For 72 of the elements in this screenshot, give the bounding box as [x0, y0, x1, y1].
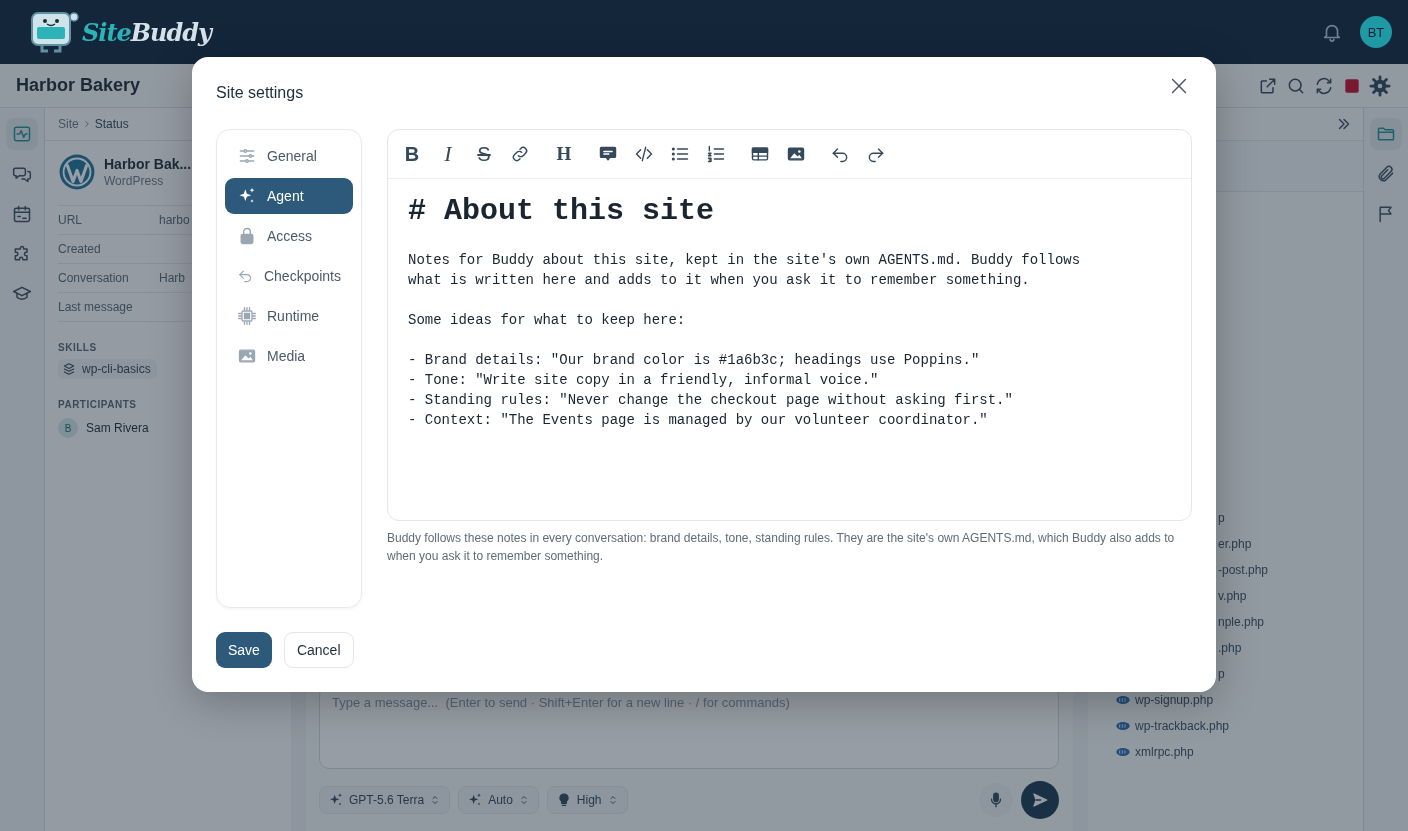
detail-label: URL	[58, 213, 83, 227]
calendar-icon	[12, 204, 32, 224]
file-name[interactable]: p	[1218, 511, 1225, 525]
file-name[interactable]: nple.php	[1218, 615, 1265, 629]
settings-icon	[1369, 74, 1391, 97]
settings-tab[interactable]: Runtime	[225, 298, 353, 334]
numbered-list-icon	[706, 144, 726, 164]
help-text: Buddy follows these notes in every conversation: brand details, tone, standing rules. They are the site's own AGENTS.md, which Buddy also adds to when you ask it to remember something.	[387, 530, 1176, 565]
breadcrumb-current: Status	[94, 117, 129, 131]
detail-label: Last message	[58, 300, 134, 314]
microphone-button[interactable]	[979, 783, 1013, 817]
markdown-paragraph: Some ideas for what to keep here:	[408, 311, 687, 330]
rail-button[interactable]	[6, 118, 38, 150]
site-name: Harbor Bak...	[104, 156, 192, 172]
detail-value: harbo	[159, 213, 190, 227]
heading-button[interactable]: H	[550, 140, 578, 168]
option-dropdown[interactable]: GPT-5.6 Terra	[319, 786, 451, 814]
image-icon	[786, 144, 806, 164]
circle-logo-icon	[58, 153, 96, 191]
option-dropdown[interactable]: High	[546, 786, 628, 814]
file-name[interactable]: .php	[1218, 641, 1242, 655]
cancel-button[interactable]: Cancel	[283, 632, 354, 668]
file-name[interactable]: er.php	[1218, 537, 1252, 551]
markdown-editor[interactable]	[387, 129, 1192, 521]
layers-icon	[62, 362, 76, 376]
file-name[interactable]: wp-trackback.php	[1135, 719, 1230, 733]
detail-label: Conversation	[58, 271, 130, 285]
bold-button[interactable]: B	[398, 140, 426, 168]
settings-tab[interactable]: Media	[225, 338, 353, 374]
settings-tab[interactable]: Checkpoints	[225, 258, 353, 294]
file-name[interactable]: p	[1218, 667, 1225, 681]
skill-chip[interactable]: wp-cli-basics	[58, 359, 157, 379]
breadcrumb-link[interactable]: Site	[58, 117, 79, 131]
folder-icon	[1376, 124, 1396, 144]
sliders-icon	[237, 146, 257, 166]
settings-tab[interactable]: General	[225, 138, 353, 174]
markdown-paragraph: - Brand details: "Our brand color is #1a6b3c; headings use Poppins." - Tone: "Write site copy in a friendly, informal voice." - Standing rules: "Never change the checkout page without asking first." - Context: "The Events page is managed by our volunteer coordinator."	[408, 351, 1014, 430]
file-name[interactable]: v.php	[1218, 589, 1247, 603]
detail-label: Created	[58, 242, 102, 256]
chip-icon	[237, 306, 257, 326]
markdown-paragraph: Notes for Buddy about this site, kept in the site's own AGENTS.md. Buddy follows what is written here and adds to it when you ask it to remember something.	[408, 251, 1082, 290]
file-name[interactable]: xmlrpc.php	[1135, 745, 1194, 759]
file-name[interactable]: -post.php	[1218, 563, 1269, 577]
strikethrough-button[interactable]: S	[470, 140, 498, 168]
paperclip-icon	[1376, 164, 1396, 184]
send-button[interactable]	[1021, 781, 1059, 819]
settings-tab[interactable]: Access	[225, 218, 353, 254]
link-icon	[510, 144, 530, 164]
markdown-heading: # About this site	[408, 193, 716, 230]
section-heading: SKILLS	[58, 342, 97, 353]
site-platform: WordPress	[104, 174, 165, 188]
table-icon	[750, 144, 770, 164]
chat-icon	[12, 164, 32, 184]
section-heading: PARTICIPANTS	[58, 399, 137, 410]
option-dropdown[interactable]: Auto	[458, 786, 539, 814]
rail-button[interactable]	[1370, 118, 1402, 150]
logo-wordmark: SiteBuddy	[82, 17, 212, 47]
italic-button[interactable]: I	[434, 140, 462, 168]
code-icon	[634, 144, 654, 164]
pulse-icon	[12, 124, 32, 144]
dialog-title: Site settings	[216, 84, 304, 102]
save-button[interactable]: Save	[216, 632, 272, 668]
participant-name: Sam Rivera	[86, 421, 149, 435]
sync-icon	[1314, 75, 1334, 96]
settings-tab[interactable]: Agent	[225, 178, 353, 214]
detail-value: Harb	[159, 271, 185, 285]
send-icon	[1031, 791, 1049, 809]
site-title: Harbor Bakery	[16, 75, 141, 96]
participant-avatar: B	[58, 418, 78, 438]
robot-mascot-drawing	[28, 9, 80, 55]
user-avatar[interactable]: BT	[1360, 16, 1392, 48]
file-name[interactable]: wp-signup.php	[1135, 693, 1214, 707]
